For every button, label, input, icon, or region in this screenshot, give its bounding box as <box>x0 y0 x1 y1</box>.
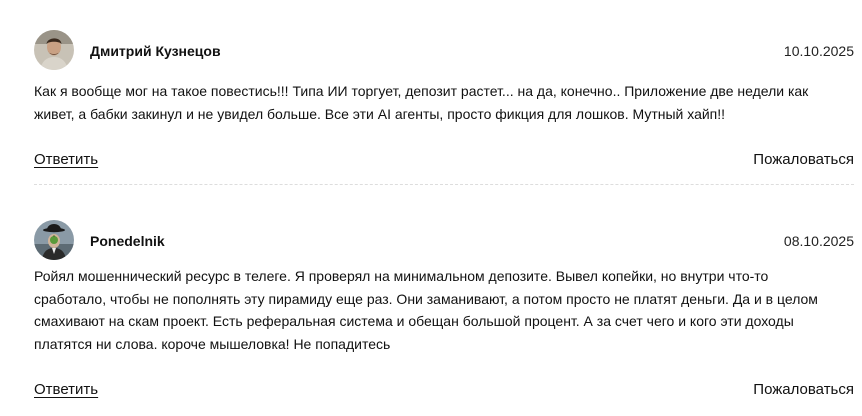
comment-actions: Ответить Пожаловаться <box>34 380 854 400</box>
comment-date: 08.10.2025 <box>783 233 854 249</box>
bowler-hat-man-icon <box>34 220 74 260</box>
comment-divider <box>34 184 854 185</box>
comment-header: Дмитрий Кузнецов 10.10.2025 <box>34 30 854 70</box>
comment-date: 10.10.2025 <box>783 43 854 59</box>
user-photo-icon <box>34 30 74 70</box>
report-button[interactable]: Пожаловаться <box>753 150 854 170</box>
reply-button[interactable]: Ответить <box>34 150 98 170</box>
comment-header: Ponedelnik 08.10.2025 <box>34 220 854 260</box>
reply-button[interactable]: Ответить <box>34 380 98 400</box>
comment-item: Дмитрий Кузнецов 10.10.2025 Как я вообще… <box>34 30 854 168</box>
author-name: Дмитрий Кузнецов <box>90 43 221 59</box>
comment-text: Ройял мошеннический ресурс в телеге. Я п… <box>34 268 818 352</box>
comment-actions: Ответить Пожаловаться <box>34 150 854 170</box>
comment-text: Как я вообще мог на такое повестись!!! Т… <box>34 83 809 122</box>
avatar <box>34 220 74 260</box>
comment-item: Ponedelnik 08.10.2025 Ройял мошеннически… <box>34 220 854 398</box>
report-button[interactable]: Пожаловаться <box>753 380 854 400</box>
author-name: Ponedelnik <box>90 233 165 249</box>
avatar <box>34 30 74 70</box>
